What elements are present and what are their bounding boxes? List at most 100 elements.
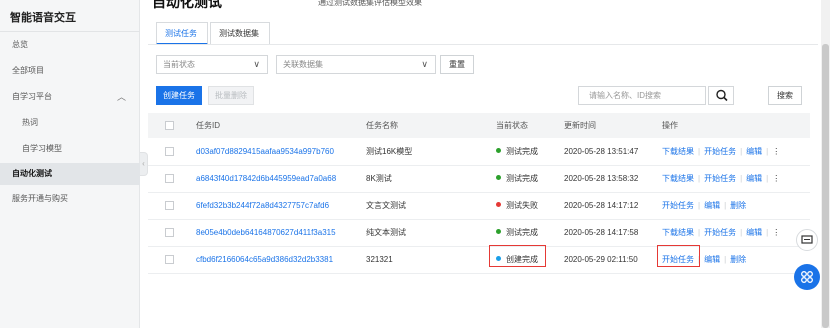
table-row: cfbd6f2166064c65a9d386d32d2b3381 321321 … [148, 247, 810, 274]
apps-icon [801, 271, 813, 283]
separator: | [740, 174, 743, 183]
tab-divider [148, 44, 818, 45]
separator: | [724, 255, 727, 264]
task-id-link[interactable]: cfbd6f2166064c65a9d386d32d2b3381 [196, 247, 333, 273]
task-name: 8K测试 [366, 174, 392, 183]
status-highlight-box [489, 245, 546, 267]
update-time: 2020-05-28 13:58:32 [564, 174, 639, 183]
separator: | [740, 147, 743, 156]
sidebar-item-label: 全部项目 [12, 66, 44, 75]
row-checkbox[interactable] [165, 255, 174, 264]
task-name: 321321 [366, 255, 393, 264]
column-header-time: 更新时间 [564, 121, 596, 130]
search-button[interactable]: 搜索 [768, 86, 802, 105]
sidebar-item-self-learning[interactable]: 自学习平台 ︿ [0, 86, 140, 108]
more-icon[interactable]: ⋮ [772, 174, 780, 183]
separator: | [698, 147, 701, 156]
sidebar-item-auto-test[interactable]: 自动化测试 [0, 163, 140, 185]
edit-link[interactable]: 编辑 [746, 147, 762, 156]
edit-link[interactable]: 编辑 [704, 255, 720, 264]
download-results-link[interactable]: 下载结果 [662, 174, 694, 183]
task-name: 测试16K模型 [366, 147, 413, 156]
sidebar-item-overview[interactable]: 总览 [0, 34, 140, 56]
tab-test-datasets[interactable]: 测试数据集 [210, 22, 270, 45]
separator: | [724, 201, 727, 210]
task-id-link[interactable]: d03af07d8829415aafaa9534a997b760 [196, 139, 334, 165]
actions-cell: 开始任务 | 编辑 | 删除 [662, 193, 746, 219]
start-task-link[interactable]: 开始任务 [704, 228, 736, 237]
sidebar-item-purchase[interactable]: 服务开通与购买 [0, 188, 140, 210]
sidebar-item-label: 服务开通与购买 [12, 194, 68, 203]
sidebar-item-label: 自动化测试 [12, 169, 52, 178]
separator: | [766, 174, 769, 183]
row-checkbox[interactable] [165, 174, 174, 183]
start-task-link[interactable]: 开始任务 [704, 174, 736, 183]
apps-button[interactable] [794, 264, 820, 290]
sidebar-item-label: 总览 [12, 40, 28, 49]
status-text: 测试完成 [506, 147, 538, 156]
separator: | [766, 228, 769, 237]
start-task-highlight-box [657, 245, 700, 267]
table-row: d03af07d8829415aafaa9534a997b760 测试16K模型… [148, 139, 810, 166]
status-dot [496, 148, 501, 154]
tab-test-tasks[interactable]: 测试任务 [156, 22, 208, 45]
start-task-link[interactable]: 开始任务 [704, 147, 736, 156]
sidebar-item-label: 自学习平台 [12, 92, 52, 101]
edit-link[interactable]: 编辑 [704, 201, 720, 210]
page-subtitle: 通过测试数据集评估模型效果 [318, 0, 422, 7]
separator: | [766, 147, 769, 156]
sidebar-divider [0, 31, 140, 32]
task-id-link[interactable]: 8e05e4b0deb64164870627d411f3a315 [196, 220, 336, 246]
search-icon-button[interactable] [708, 86, 734, 105]
task-id-link[interactable]: 6fefd32b3b244f72a8d4327757c7afd6 [196, 193, 329, 219]
status-cell: 测试完成 [496, 220, 538, 246]
status-select-value: 当前状态 [163, 60, 195, 69]
select-all-checkbox[interactable] [165, 121, 174, 130]
chevron-up-icon: ︿ [116, 92, 126, 102]
reset-button[interactable]: 重置 [440, 55, 474, 74]
chat-button[interactable] [796, 229, 818, 251]
row-checkbox[interactable] [165, 201, 174, 210]
chevron-down-icon: ∨ [421, 59, 428, 69]
search-input[interactable]: 请输入名称、ID搜索 [578, 86, 706, 105]
update-time: 2020-05-28 14:17:58 [564, 228, 639, 237]
sidebar-item-self-learning-model[interactable]: 自学习模型 [0, 138, 140, 160]
edit-link[interactable]: 编辑 [746, 174, 762, 183]
actions-cell: 下载结果 | 开始任务 | 编辑 | ⋮ [662, 220, 780, 246]
row-checkbox[interactable] [165, 147, 174, 156]
edit-link[interactable]: 编辑 [746, 228, 762, 237]
download-results-link[interactable]: 下载结果 [662, 228, 694, 237]
sidebar-item-hotwords[interactable]: 热词 [0, 112, 140, 134]
table-header: 任务ID 任务名称 当前状态 更新时间 操作 [148, 113, 810, 138]
status-dot [496, 175, 501, 181]
delete-link[interactable]: 删除 [730, 255, 746, 264]
download-results-link[interactable]: 下载结果 [662, 147, 694, 156]
delete-link[interactable]: 删除 [730, 201, 746, 210]
sidebar-item-label: 热词 [22, 118, 38, 127]
column-header-id: 任务ID [196, 121, 220, 130]
main-content: 自动化测试 通过测试数据集评估模型效果 测试任务 测试数据集 当前状态 ∨ 关联… [148, 0, 818, 328]
update-time: 2020-05-29 02:11:50 [564, 255, 638, 264]
column-header-name: 任务名称 [366, 121, 398, 130]
table-row: 6fefd32b3b244f72a8d4327757c7afd6 文言文测试 测… [148, 193, 810, 220]
update-time: 2020-05-28 14:17:12 [564, 201, 639, 210]
start-task-link[interactable]: 开始任务 [662, 201, 694, 210]
collapse-sidebar-handle[interactable]: ‹ [140, 152, 148, 176]
more-icon[interactable]: ⋮ [772, 228, 780, 237]
scrollbar[interactable] [821, 0, 830, 328]
more-icon[interactable]: ⋮ [772, 147, 780, 156]
product-title: 智能语音交互 [10, 12, 76, 24]
scroll-thumb[interactable] [822, 44, 829, 328]
dataset-select[interactable]: 关联数据集 ∨ [276, 55, 436, 74]
status-select[interactable]: 当前状态 ∨ [156, 55, 268, 74]
sidebar-item-all-projects[interactable]: 全部项目 [0, 60, 140, 82]
status-cell: 测试完成 [496, 166, 538, 192]
row-checkbox[interactable] [165, 228, 174, 237]
search-icon [716, 89, 728, 102]
task-id-link[interactable]: a6843f40d17842d6b445959ead7a0a68 [196, 166, 336, 192]
create-task-button[interactable]: 创建任务 [156, 86, 202, 105]
batch-delete-button[interactable]: 批量删除 [208, 86, 254, 105]
update-time: 2020-05-28 13:51:47 [564, 147, 639, 156]
table-row: 8e05e4b0deb64164870627d411f3a315 纯文本测试 测… [148, 220, 810, 247]
status-text: 测试完成 [506, 174, 538, 183]
